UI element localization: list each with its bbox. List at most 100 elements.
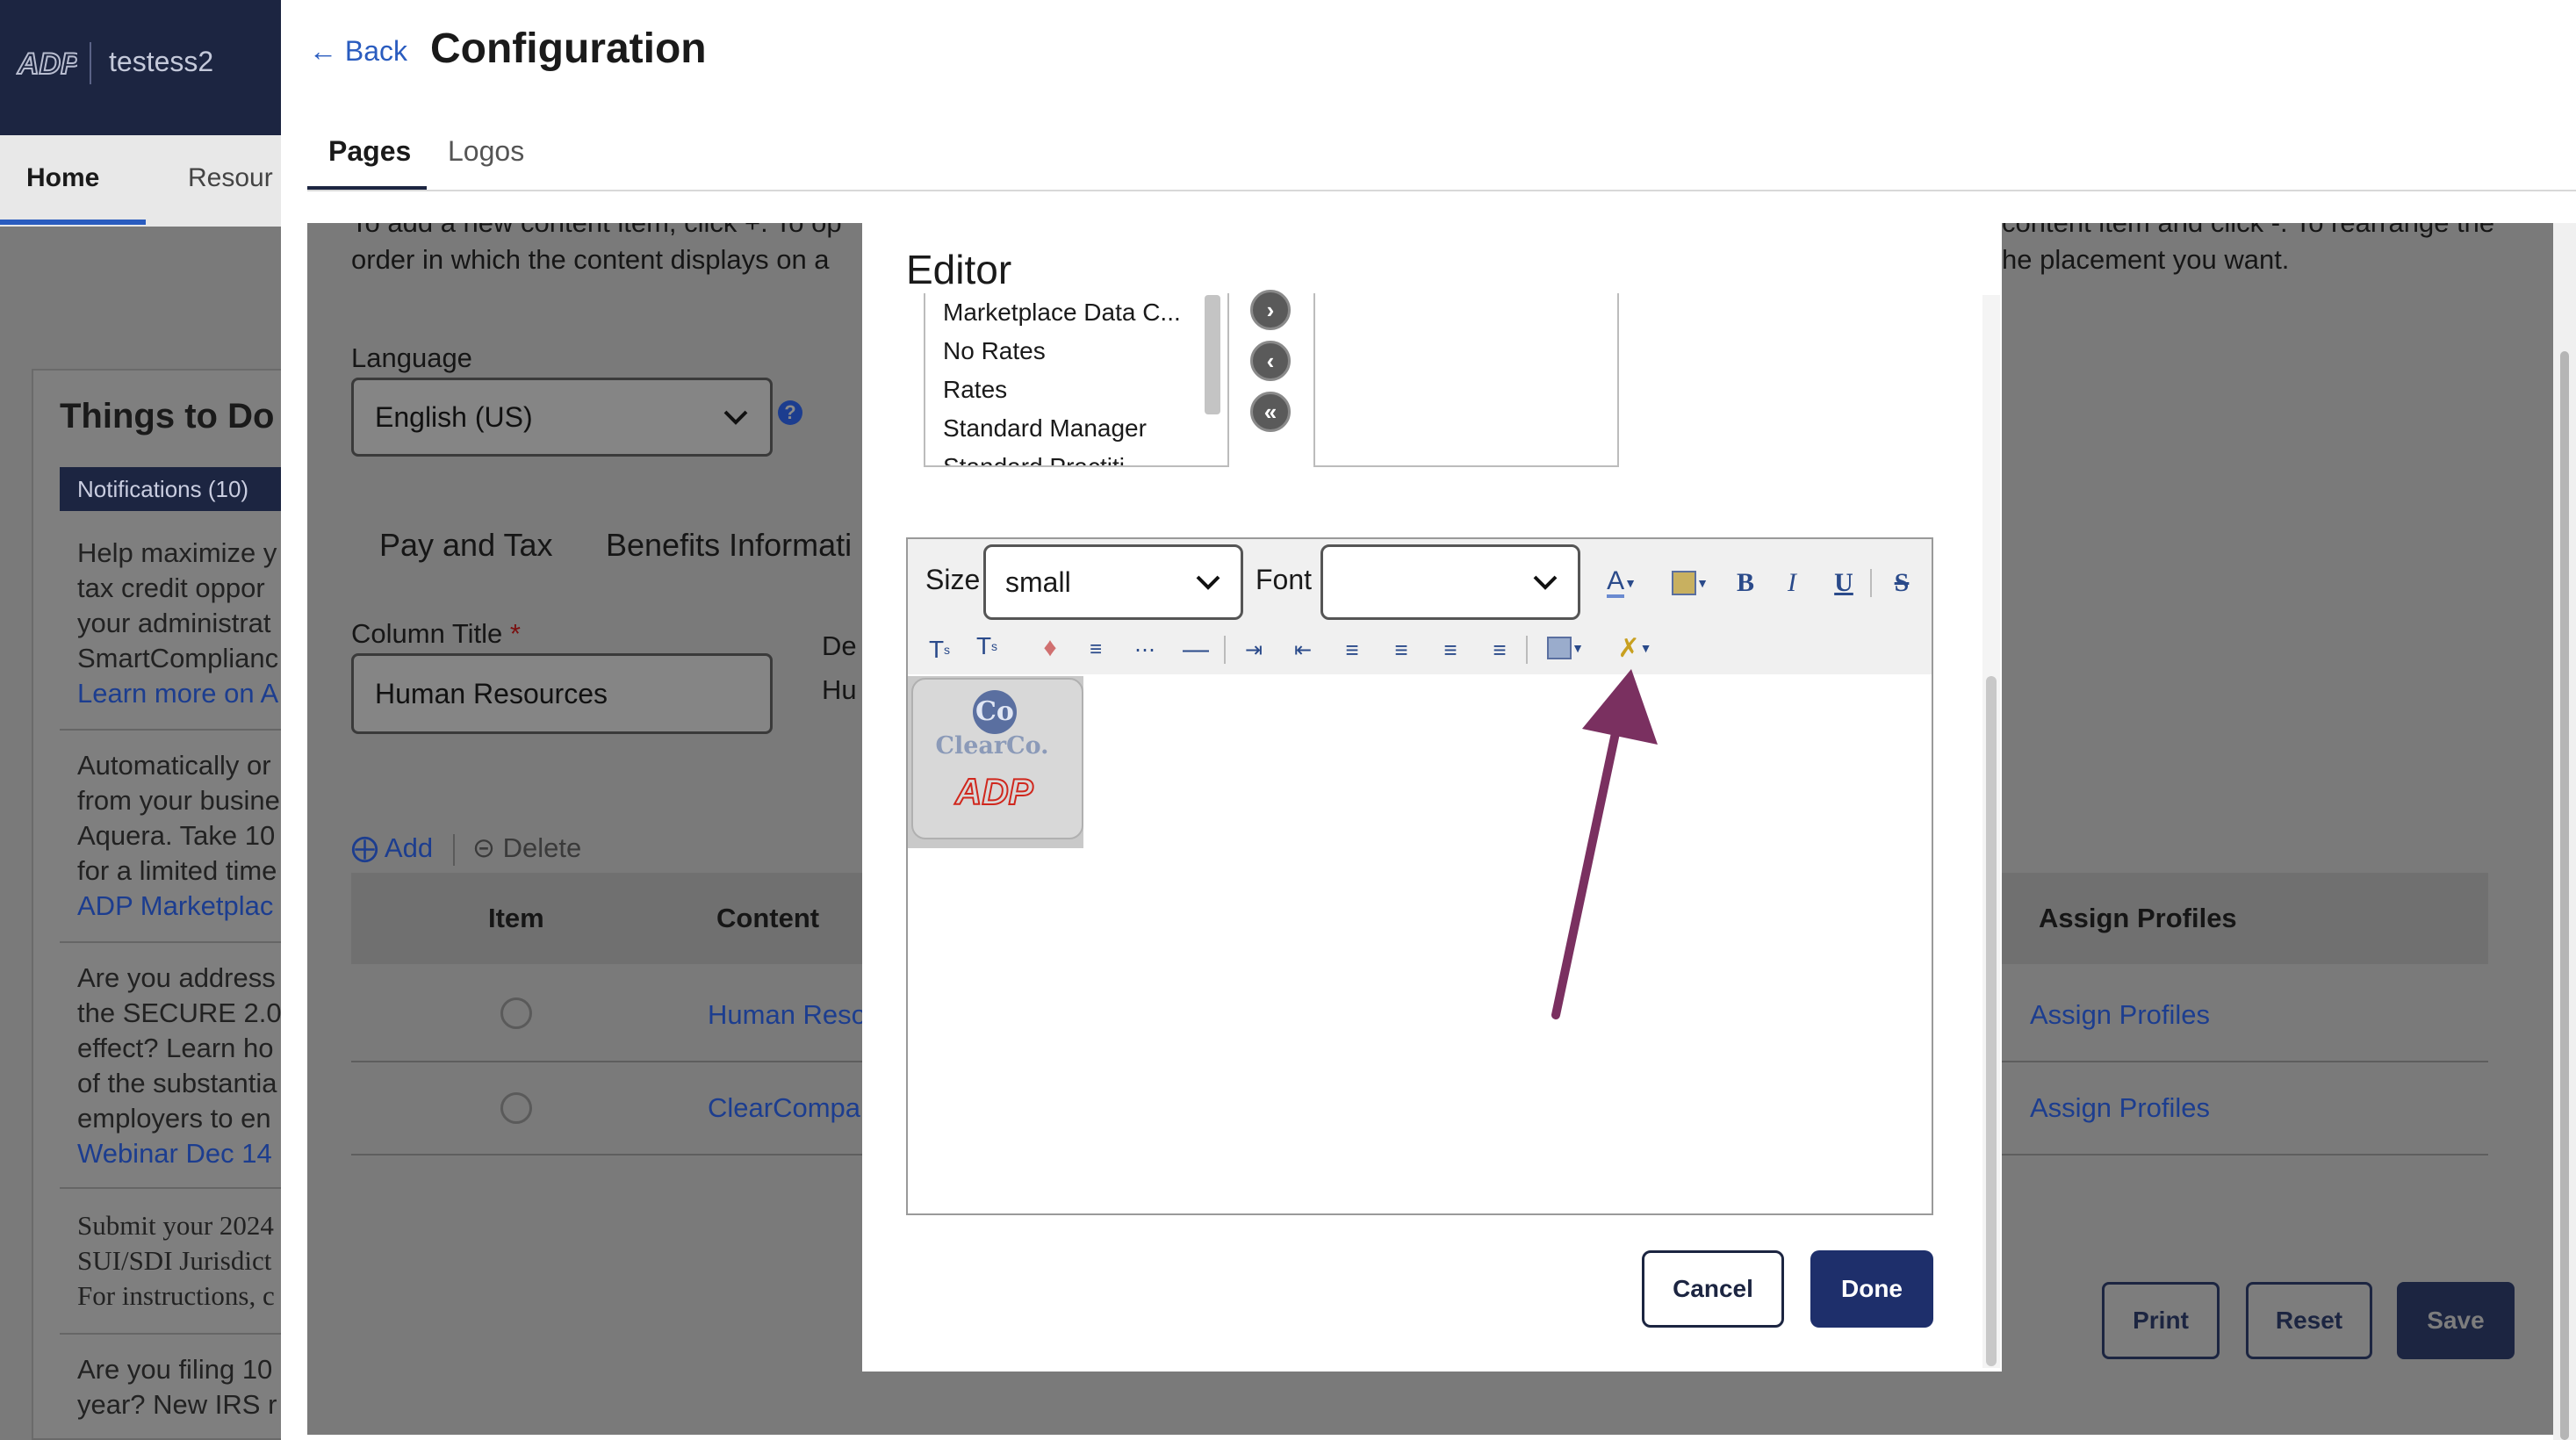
column-header-item: Item bbox=[488, 903, 544, 933]
insert-link-icon[interactable]: ✗ ▼ bbox=[1610, 630, 1659, 666]
align-left-icon[interactable]: ≡ bbox=[1336, 632, 1368, 667]
page-scrollbar-thumb[interactable] bbox=[2560, 351, 2569, 1440]
column-title-label: Column Title * bbox=[351, 618, 521, 649]
font-size-select[interactable]: small bbox=[983, 544, 1243, 620]
list-item[interactable]: Marketplace Data C... bbox=[943, 299, 1181, 327]
nav-home[interactable]: Home bbox=[26, 163, 99, 193]
insert-image-icon[interactable]: ▼ bbox=[1542, 630, 1589, 666]
horizontal-rule-icon[interactable]: — bbox=[1178, 632, 1213, 667]
description-label: De bbox=[822, 630, 857, 661]
add-button[interactable]: ⨁ Add bbox=[351, 832, 433, 864]
help-icon[interactable]: ? bbox=[778, 400, 802, 425]
todo-item-text: year? New IRS r bbox=[77, 1389, 277, 1420]
subscript-icon[interactable]: Ts bbox=[924, 632, 955, 667]
list-item[interactable]: No Rates bbox=[943, 337, 1046, 365]
indent-icon[interactable]: ⇥ bbox=[1238, 632, 1270, 667]
underline-icon[interactable]: U bbox=[1828, 565, 1860, 601]
header-divider bbox=[90, 42, 91, 84]
language-label: Language bbox=[351, 342, 472, 373]
tab-benefits-information[interactable]: Benefits Informati bbox=[606, 527, 852, 564]
done-button[interactable]: Done bbox=[1810, 1250, 1933, 1328]
move-all-left-icon[interactable]: « bbox=[1250, 392, 1291, 432]
nav-resources[interactable]: Resour bbox=[188, 163, 273, 193]
tab-pay-and-tax[interactable]: Pay and Tax bbox=[379, 527, 552, 564]
move-right-icon[interactable]: › bbox=[1250, 290, 1291, 330]
chevron-down-icon bbox=[723, 410, 748, 425]
font-label: Font bbox=[1256, 564, 1313, 595]
todo-item-link[interactable]: Webinar Dec 14 bbox=[77, 1136, 281, 1171]
modal-title: Editor bbox=[906, 247, 1012, 292]
list-item[interactable]: Standard Practiti bbox=[943, 453, 1125, 465]
list-item[interactable]: Rates bbox=[943, 376, 1007, 404]
align-justify-icon[interactable]: ≡ bbox=[1484, 632, 1515, 667]
todo-item-text: Help maximize y bbox=[77, 537, 277, 568]
list-item[interactable]: Standard Manager bbox=[943, 414, 1147, 443]
print-button[interactable]: Print bbox=[2102, 1282, 2220, 1359]
page-title: Configuration bbox=[430, 25, 707, 72]
available-items-list[interactable]: Marketplace Data C... No Rates Rates Sta… bbox=[924, 293, 1229, 467]
strikethrough-icon[interactable]: S bbox=[1884, 565, 1919, 601]
align-right-icon[interactable]: ≡ bbox=[1385, 632, 1417, 667]
row-select-radio[interactable] bbox=[500, 997, 532, 1029]
svg-text:ADP: ADP bbox=[17, 47, 77, 81]
reset-button[interactable]: Reset bbox=[2246, 1282, 2372, 1359]
toolbar-separator bbox=[1526, 636, 1528, 664]
todo-divider bbox=[60, 941, 281, 943]
list-scrollbar-thumb[interactable] bbox=[1205, 295, 1220, 414]
highlight-color-icon[interactable]: ▼ bbox=[1668, 565, 1712, 601]
language-select[interactable]: English (US) bbox=[351, 378, 773, 457]
todo-divider bbox=[60, 1187, 281, 1189]
ordered-list-icon[interactable]: ≡ bbox=[1080, 632, 1112, 667]
assign-profiles-link[interactable]: Assign Profiles bbox=[2030, 999, 2210, 1031]
toolbar-separator bbox=[1870, 569, 1872, 597]
align-center-icon[interactable]: ≡ bbox=[1435, 632, 1466, 667]
back-button[interactable]: ← Back bbox=[309, 35, 407, 68]
text-color-icon[interactable]: A ▼ bbox=[1600, 565, 1644, 601]
toolbar-separator bbox=[1224, 636, 1226, 664]
size-label: Size bbox=[925, 564, 981, 595]
italic-icon[interactable]: I bbox=[1779, 565, 1805, 601]
font-size-value: small bbox=[1005, 565, 1071, 598]
column-title-input[interactable]: Human Resources bbox=[351, 653, 773, 734]
annotation-arrow bbox=[1551, 669, 1658, 1019]
cancel-button[interactable]: Cancel bbox=[1642, 1250, 1784, 1328]
clearco-mark-icon: Co bbox=[973, 690, 1017, 734]
adp-logo[interactable]: ADP bbox=[16, 44, 77, 83]
clearco-wordmark: ClearCo. bbox=[935, 732, 1049, 760]
todo-item-text: for a limited time bbox=[77, 855, 277, 886]
todo-item-text: SUI/SDI Jurisdict bbox=[77, 1245, 272, 1276]
content-link[interactable]: Human Reso bbox=[708, 999, 867, 1031]
column-header-assign-profiles: Assign Profiles bbox=[2039, 903, 2237, 933]
tabs-divider bbox=[307, 190, 2576, 191]
language-value: English (US) bbox=[375, 400, 533, 433]
assign-profiles-link[interactable]: Assign Profiles bbox=[2030, 1092, 2210, 1124]
superscript-icon[interactable]: Ts bbox=[971, 629, 1003, 664]
todo-divider bbox=[60, 729, 281, 731]
selected-items-list[interactable] bbox=[1313, 293, 1619, 467]
adp-logo: ADP bbox=[953, 770, 1035, 813]
move-left-icon[interactable]: ‹ bbox=[1250, 341, 1291, 381]
todo-item-text: Aquera. Take 10 bbox=[77, 820, 276, 851]
todo-item-text: employers to en bbox=[77, 1103, 271, 1134]
plus-circle-icon: ⨁ bbox=[351, 832, 378, 863]
bold-icon[interactable]: B bbox=[1730, 565, 1761, 601]
save-button[interactable]: Save bbox=[2397, 1282, 2515, 1359]
svg-text:ADP: ADP bbox=[954, 771, 1034, 812]
content-link[interactable]: ClearCompa bbox=[708, 1092, 860, 1124]
todo-item-text: your administrat bbox=[77, 608, 271, 638]
company-name: testess2 bbox=[109, 46, 214, 77]
unordered-list-icon[interactable]: ⋯ bbox=[1129, 632, 1161, 667]
todo-item-link[interactable]: ADP Marketplac bbox=[77, 889, 281, 924]
todo-item-link[interactable]: Learn more on A bbox=[77, 676, 281, 711]
instruction-text: he placement you want. bbox=[2002, 244, 2290, 275]
row-select-radio[interactable] bbox=[500, 1092, 532, 1124]
eraser-icon[interactable]: ♦ bbox=[1034, 630, 1066, 666]
todo-item-text: Submit your 2024 bbox=[77, 1210, 274, 1241]
modal-scrollbar-thumb[interactable] bbox=[1986, 676, 1997, 1366]
font-family-select[interactable] bbox=[1320, 544, 1580, 620]
delete-button[interactable]: ⊝ Delete bbox=[472, 832, 581, 864]
tab-pages[interactable]: Pages bbox=[328, 135, 411, 168]
outdent-icon[interactable]: ⇤ bbox=[1287, 632, 1319, 667]
tab-logos[interactable]: Logos bbox=[448, 135, 524, 168]
notifications-tab[interactable]: Notifications (10) bbox=[60, 467, 281, 511]
